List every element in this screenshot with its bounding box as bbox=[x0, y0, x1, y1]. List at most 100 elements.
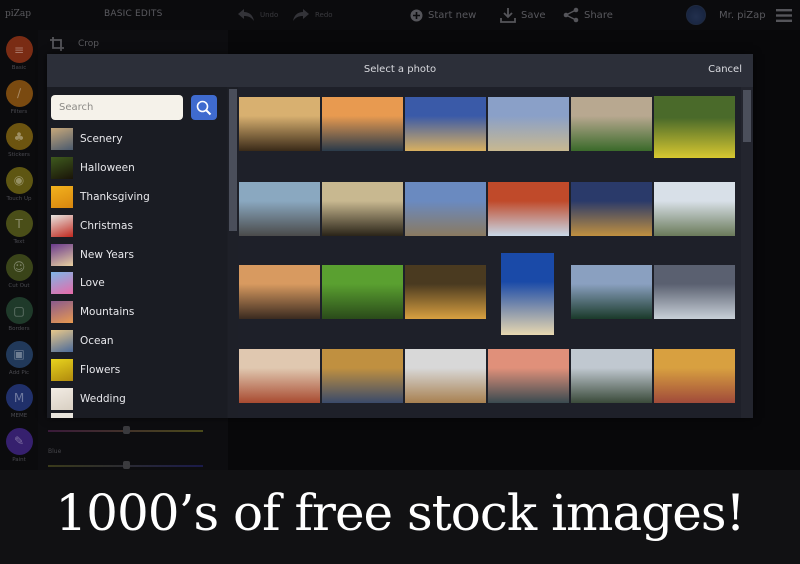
rail-item-text[interactable]: T Text bbox=[4, 210, 34, 245]
category-item-halloween[interactable]: Halloween bbox=[51, 154, 221, 183]
rail-label: Cut Out bbox=[8, 282, 30, 289]
redo-icon bbox=[293, 9, 309, 21]
category-item-mountains[interactable]: Mountains bbox=[51, 298, 221, 327]
category-label: Wedding bbox=[80, 392, 126, 405]
section-title: BASIC EDITS bbox=[104, 9, 163, 19]
rail-item-stickers[interactable]: ♣ Stickers bbox=[4, 123, 34, 158]
category-thumbnail bbox=[51, 243, 73, 266]
dialog-title: Select a photo bbox=[363, 64, 437, 75]
category-item-christmas[interactable]: Christmas bbox=[51, 211, 221, 240]
rail-item-paint[interactable]: ✎ Paint bbox=[4, 427, 34, 463]
category-scrollbar[interactable] bbox=[228, 89, 238, 418]
text-icon: T bbox=[5, 210, 33, 237]
photo-blossom-branches[interactable] bbox=[488, 97, 569, 151]
photo-mountain-lake-reflection[interactable] bbox=[654, 182, 735, 236]
photo-rocky-river[interactable] bbox=[571, 349, 652, 403]
photo-rainbow-mountains[interactable] bbox=[654, 349, 735, 403]
rail-label: Paint bbox=[12, 456, 26, 463]
blue-label: Blue bbox=[48, 448, 62, 455]
photo-city-night-towers[interactable] bbox=[571, 182, 652, 236]
border-frame-icon: ▢ bbox=[5, 297, 33, 324]
avatar bbox=[686, 5, 706, 25]
category-item-flowers[interactable]: Flowers bbox=[51, 355, 221, 384]
photo-waterfall-dramatic-sky[interactable] bbox=[654, 265, 735, 319]
plus-circle-icon bbox=[410, 9, 423, 21]
photo-misty-forest-deer[interactable] bbox=[322, 182, 403, 236]
photo-railroad-tracks[interactable] bbox=[405, 182, 486, 236]
dialog-header: Select a photo Cancel bbox=[47, 54, 753, 87]
category-item-thanksgiving[interactable]: Thanksgiving bbox=[51, 183, 221, 212]
category-label: Love bbox=[80, 277, 105, 290]
green-slider[interactable] bbox=[48, 426, 203, 434]
photo-wooden-pier[interactable] bbox=[322, 349, 403, 403]
rail-label: Touch Up bbox=[6, 195, 32, 202]
photo-grid bbox=[238, 87, 741, 418]
photo-parliament-night[interactable] bbox=[405, 97, 486, 151]
rail-item-cut-out[interactable]: ☺ Cut Out bbox=[4, 253, 34, 289]
photo-grid-scrollbar[interactable] bbox=[741, 87, 753, 418]
category-label: New Years bbox=[80, 248, 134, 261]
slider-thumb[interactable] bbox=[123, 426, 130, 434]
photo-forest-sunlight[interactable] bbox=[239, 97, 320, 151]
crop-label: Crop bbox=[78, 39, 100, 49]
blue-slider[interactable] bbox=[48, 461, 203, 469]
rail-label: Filters bbox=[10, 108, 28, 115]
rail-item-borders[interactable]: ▢ Borders bbox=[4, 297, 34, 332]
start-new-button[interactable]: Start new bbox=[410, 6, 476, 24]
category-list: Scenery Halloween Thanksgiving Christmas New… bbox=[51, 125, 221, 418]
rail-item-basic[interactable]: ≡ Basic bbox=[4, 36, 34, 71]
rail-label: Add Pic bbox=[8, 369, 30, 376]
cancel-button[interactable]: Cancel bbox=[708, 64, 742, 75]
rail-item-meme[interactable]: M MEME bbox=[4, 384, 34, 419]
photo-lighthouse-blue-sky[interactable] bbox=[501, 253, 554, 335]
redo-button[interactable]: Redo bbox=[292, 6, 333, 24]
share-button[interactable]: Share bbox=[563, 6, 613, 24]
category-thumbnail bbox=[51, 185, 73, 208]
category-thumbnail bbox=[51, 412, 73, 418]
photo-forest-path-flowers[interactable] bbox=[654, 96, 735, 158]
category-label: Halloween bbox=[80, 162, 135, 175]
rail-item-touch-up[interactable]: ◉ Touch Up bbox=[4, 166, 34, 202]
category-item-new-years[interactable]: New Years bbox=[51, 240, 221, 269]
category-label: Christmas bbox=[80, 219, 133, 232]
photo-autumn-foggy-forest[interactable] bbox=[239, 349, 320, 403]
photo-sand-dunes-lake[interactable] bbox=[405, 349, 486, 403]
screenshot: piZap BASIC EDITS Undo Redo Start new Sa… bbox=[0, 0, 800, 564]
photo-beach-gate-sunset[interactable] bbox=[322, 97, 403, 151]
category-item-scenery[interactable]: Scenery bbox=[51, 125, 221, 154]
rail-label: Text bbox=[13, 239, 25, 245]
category-label: Mountains bbox=[80, 306, 135, 319]
category-item-wedding[interactable]: Wedding bbox=[51, 384, 221, 413]
category-thumbnail bbox=[51, 301, 73, 324]
search-button[interactable] bbox=[191, 95, 217, 120]
photo-grid-scrollbar-thumb[interactable] bbox=[743, 90, 751, 142]
photo-snowy-mountain-forest[interactable] bbox=[571, 265, 652, 319]
photo-boat-in-field[interactable] bbox=[571, 97, 652, 151]
user-menu[interactable]: Mr. piZap bbox=[686, 5, 766, 25]
category-item-ocean[interactable]: Ocean bbox=[51, 327, 221, 356]
undo-button[interactable]: Undo bbox=[237, 6, 278, 24]
category-thumbnail bbox=[51, 329, 73, 352]
redo-label: Redo bbox=[315, 11, 333, 19]
hamburger-icon bbox=[776, 8, 792, 22]
photo-red-sky-ice[interactable] bbox=[488, 182, 569, 236]
photo-pink-lake-mountains[interactable] bbox=[488, 349, 569, 403]
share-label: Share bbox=[584, 9, 613, 21]
rail-item-add-pic[interactable]: ▣ Add Pic bbox=[4, 340, 34, 376]
save-button[interactable]: Save bbox=[500, 6, 546, 24]
photo-dark-forest-light[interactable] bbox=[405, 265, 486, 319]
photo-green-meadow-trees[interactable] bbox=[322, 265, 403, 319]
promo-caption: 1000’s of free stock images! bbox=[55, 484, 745, 542]
category-scrollbar-thumb[interactable] bbox=[229, 89, 237, 231]
category-label: Ocean bbox=[80, 334, 114, 347]
rail-label: Stickers bbox=[8, 152, 30, 158]
category-item-love[interactable]: Love bbox=[51, 269, 221, 298]
rail-item-filters[interactable]: ∕ Filters bbox=[4, 79, 34, 115]
photo-blue-burst[interactable] bbox=[239, 182, 320, 236]
slider-thumb[interactable] bbox=[123, 461, 130, 469]
tool-rail: ≡ Basic ∕ Filters ♣ Stickers ◉ Touch Up T Text ☺ Cu… bbox=[0, 30, 38, 470]
hamburger-menu-button[interactable] bbox=[776, 6, 792, 24]
search-input[interactable] bbox=[51, 95, 183, 120]
crop-tool[interactable]: Crop bbox=[50, 37, 99, 51]
photo-lake-sunset[interactable] bbox=[239, 265, 320, 319]
